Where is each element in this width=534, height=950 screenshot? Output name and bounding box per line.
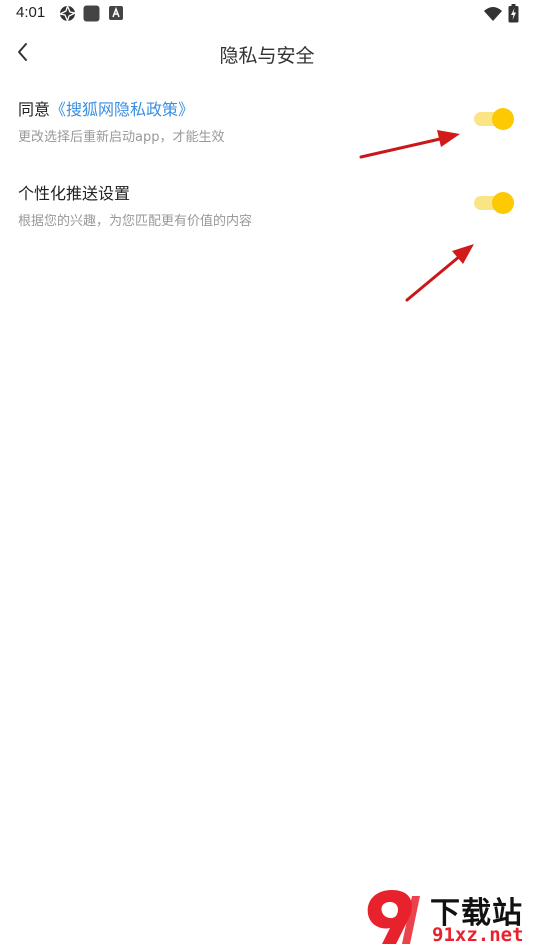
setting-row-privacy-policy: 同意《搜狐网隐私政策》 更改选择后重新启动app，才能生效 xyxy=(0,96,534,168)
wifi-icon xyxy=(484,7,502,21)
page-title: 隐私与安全 xyxy=(219,45,315,67)
privacy-policy-link[interactable]: 《搜狐网隐私政策》 xyxy=(50,100,194,119)
annotation-arrow-icon xyxy=(405,244,474,302)
font-a-icon xyxy=(109,6,123,20)
setting-subtitle: 根据您的兴趣，为您匹配更有价值的内容 xyxy=(18,214,253,229)
setting-title-text: 同意 xyxy=(18,100,51,119)
privacy-consent-toggle[interactable] xyxy=(472,106,516,132)
watermark-logo-icon xyxy=(367,890,420,944)
app-square-icon xyxy=(83,5,100,22)
setting-subtitle: 更改选择后重新启动app，才能生效 xyxy=(18,130,225,145)
setting-row-personalized-push: 个性化推送设置 根据您的兴趣，为您匹配更有价值的内容 xyxy=(0,180,534,252)
setting-title: 同意《搜狐网隐私政策》 xyxy=(18,96,194,120)
personalized-push-toggle[interactable] xyxy=(472,190,516,216)
nav-bar: 隐私与安全 xyxy=(0,30,534,76)
aperture-icon xyxy=(59,5,76,22)
toggle-thumb xyxy=(492,108,514,130)
status-time: 4:01 xyxy=(16,4,46,21)
status-bar: 4:01 xyxy=(0,0,534,28)
setting-title: 个性化推送设置 xyxy=(18,184,131,203)
watermark-site: 91xz.net xyxy=(432,924,524,946)
watermark: 下载站 91xz.net xyxy=(360,886,530,948)
toggle-thumb xyxy=(492,192,514,214)
battery-charging-icon xyxy=(508,4,519,23)
